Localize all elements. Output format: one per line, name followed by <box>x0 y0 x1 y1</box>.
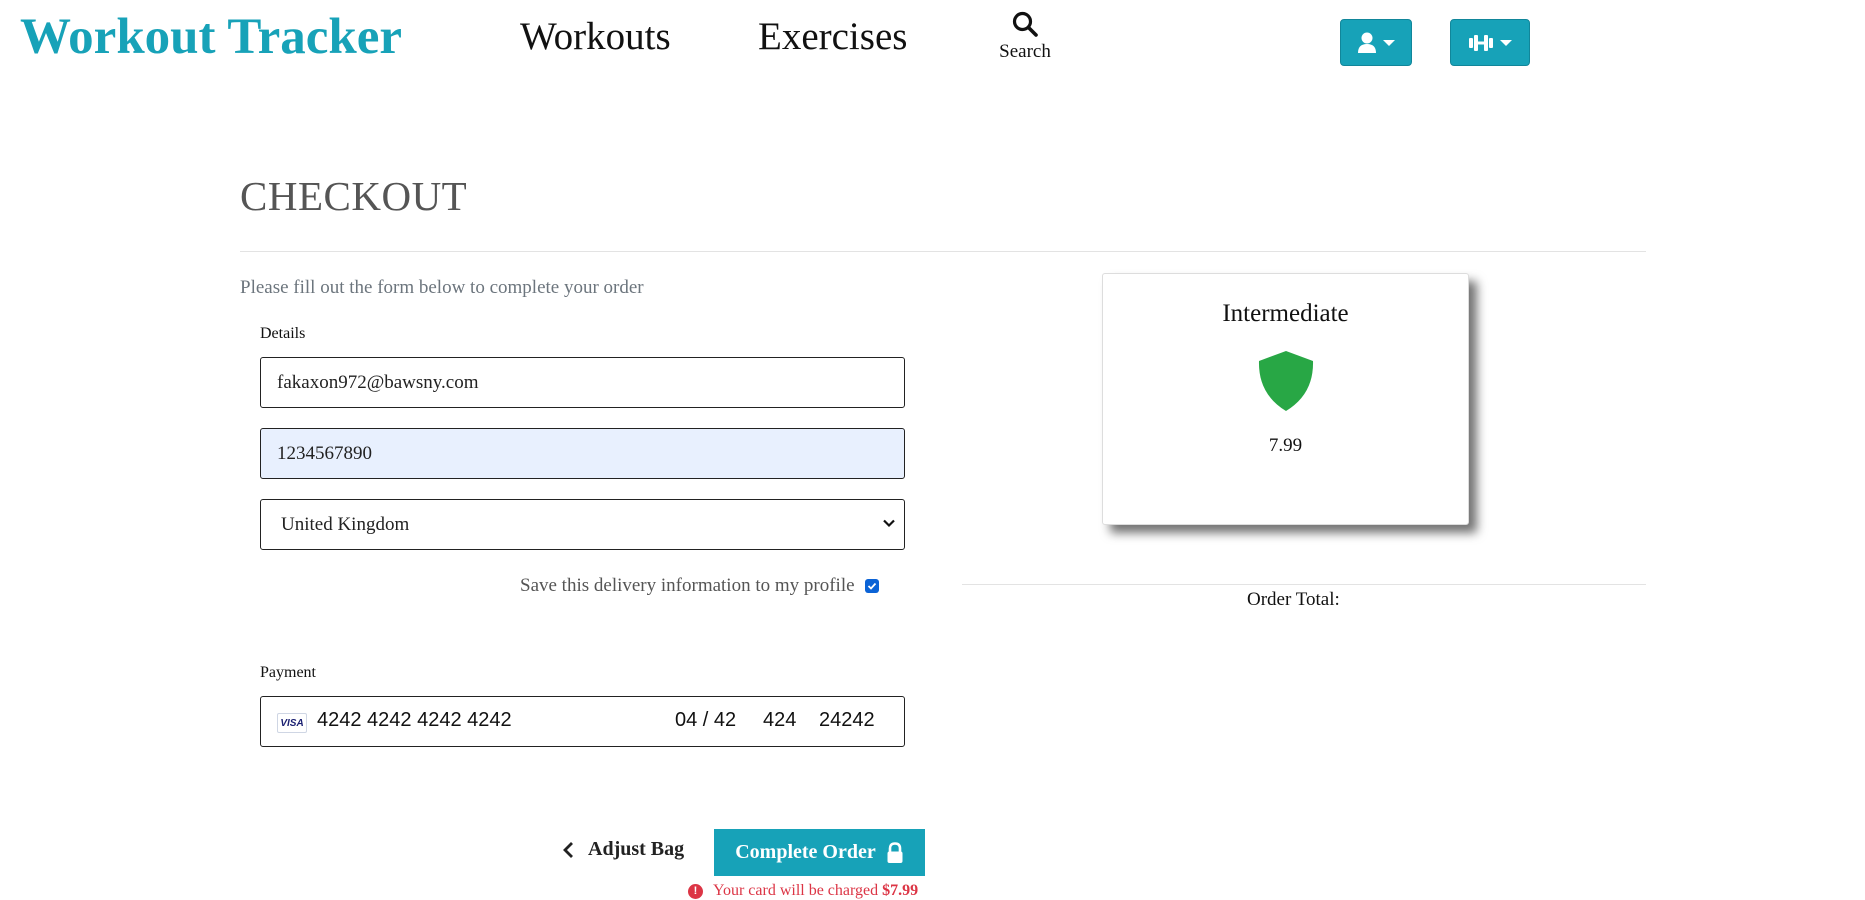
save-info-label: Save this delivery information to my pro… <box>520 575 855 596</box>
page-title: CHECKOUT <box>240 173 468 219</box>
search-icon <box>1012 11 1038 37</box>
country-select[interactable]: United Kingdom <box>260 499 905 550</box>
phone-value: 1234567890 <box>277 442 372 464</box>
shield-icon <box>1258 351 1313 411</box>
save-info-checkbox[interactable] <box>864 579 879 593</box>
alert-icon: ! <box>688 883 703 899</box>
user-icon <box>1358 32 1376 53</box>
email-value: fakaxon972@bawsny.com <box>277 371 479 393</box>
summary-divider <box>962 584 1646 585</box>
charge-text: Your card will be charged <box>713 882 879 899</box>
phone-field[interactable]: 1234567890 <box>260 428 905 479</box>
adjust-bag-link[interactable]: Adjust Bag <box>562 838 684 861</box>
title-divider <box>240 251 1646 252</box>
chevron-down-icon <box>883 519 895 528</box>
check-icon <box>867 582 876 590</box>
plan-name: Intermediate <box>1222 300 1349 327</box>
nav-exercises[interactable]: Exercises <box>758 14 907 59</box>
complete-order-label: Complete Order <box>735 841 876 863</box>
visa-icon: VISA <box>277 713 307 733</box>
payment-label: Payment <box>260 664 316 681</box>
plan-price: 7.99 <box>1268 435 1303 456</box>
card-postal[interactable]: 24242 <box>819 709 875 732</box>
details-label: Details <box>260 325 306 342</box>
save-info-row: Save this delivery information to my pro… <box>520 575 879 597</box>
card-element[interactable]: VISA 4242 4242 4242 4242 04 / 42 424 242… <box>260 696 905 747</box>
search-label: Search <box>999 41 1051 62</box>
adjust-bag-label: Adjust Bag <box>588 838 685 860</box>
charge-amount: $7.99 <box>882 882 919 899</box>
card-cvc[interactable]: 424 <box>763 709 796 732</box>
plan-card: Intermediate 7.99 <box>1102 273 1469 525</box>
card-expiry[interactable]: 04 / 42 <box>675 709 736 732</box>
chevron-down-icon <box>1500 39 1512 46</box>
page-subtitle: Please fill out the form below to comple… <box>240 277 644 298</box>
chevron-down-icon <box>1383 39 1395 46</box>
order-total-label: Order Total: <box>1247 589 1340 610</box>
account-menu-button[interactable] <box>1340 19 1412 66</box>
lock-icon <box>887 841 903 863</box>
charge-notice: ! Your card will be charged $7.99 <box>688 882 918 900</box>
chevron-left-icon <box>563 841 573 858</box>
country-value: United Kingdom <box>281 513 410 535</box>
complete-order-button[interactable]: Complete Order <box>714 829 925 876</box>
email-field[interactable]: fakaxon972@bawsny.com <box>260 357 905 408</box>
dumbbell-icon <box>1469 34 1493 51</box>
brand-logo[interactable]: Workout Tracker <box>20 8 402 66</box>
workout-menu-button[interactable] <box>1450 19 1530 66</box>
card-number[interactable]: 4242 4242 4242 4242 <box>317 709 512 732</box>
nav-workouts[interactable]: Workouts <box>520 14 671 59</box>
search-link[interactable]: Search <box>990 10 1060 63</box>
